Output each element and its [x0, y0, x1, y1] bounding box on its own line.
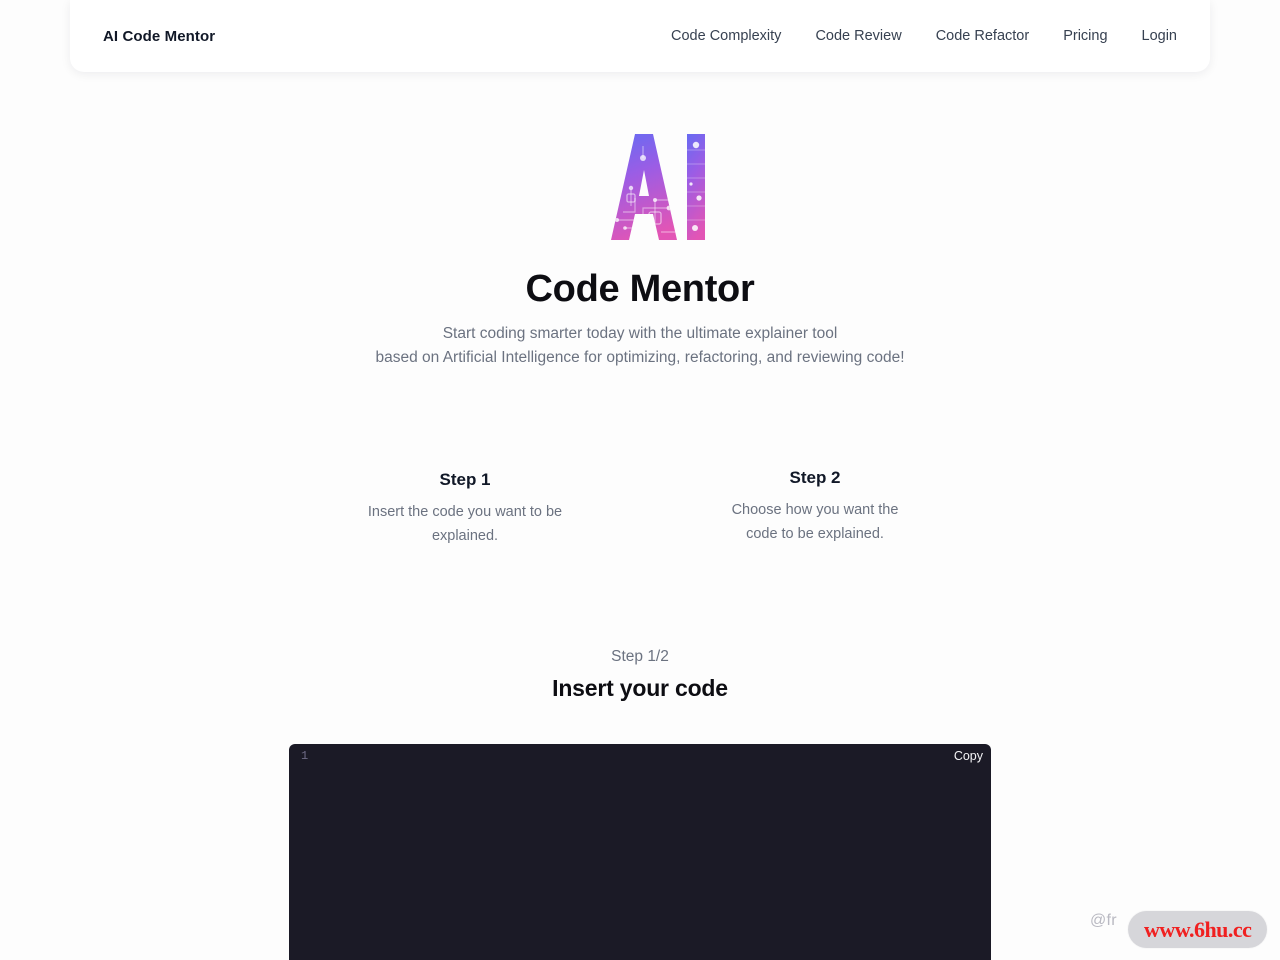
- watermark-badge-text: www.6hu.cc: [1144, 916, 1252, 942]
- nav-item-pricing[interactable]: Pricing: [1046, 28, 1124, 44]
- code-line-number: 1: [301, 749, 309, 763]
- step-2-title: Step 2: [789, 468, 841, 487]
- step-1-description-line-1: Insert the code you want to be: [367, 504, 563, 520]
- step-card-2: Step 2 Choose how you want the code to b…: [665, 468, 965, 546]
- nav-item-code-complexity[interactable]: Code Complexity: [654, 28, 798, 44]
- step-1-description: Insert the code you want to be explained…: [315, 500, 615, 548]
- step-1-title: Step 1: [439, 470, 491, 489]
- stage-heading: Insert your code: [552, 675, 728, 701]
- nav-item-code-review[interactable]: Code Review: [798, 28, 918, 44]
- hero-subtitle: Start coding smarter today with the ulti…: [0, 322, 1280, 370]
- step-2-description: Choose how you want the code to be expla…: [665, 498, 965, 546]
- site-header: AI Code Mentor Code Complexity Code Revi…: [70, 0, 1210, 72]
- page-title: Code Mentor: [525, 268, 755, 310]
- hero-subtitle-line-2: based on Artificial Intelligence for opt…: [375, 349, 905, 366]
- nav-item-code-refactor[interactable]: Code Refactor: [919, 28, 1047, 44]
- watermark-badge: www.6hu.cc: [1128, 911, 1268, 948]
- code-editor-panel[interactable]: 1 Copy: [289, 744, 991, 960]
- code-input[interactable]: [319, 748, 991, 960]
- step-card-1: Step 1 Insert the code you want to be ex…: [315, 470, 615, 548]
- ai-circuit-logo-icon: [565, 128, 715, 246]
- step-2-description-line-2: code to be explained.: [746, 526, 884, 542]
- step-1-description-line-2: explained.: [431, 528, 499, 544]
- watermark-handle: @fr: [1090, 912, 1117, 929]
- step-progress-label: Step 1/2: [611, 648, 669, 665]
- nav-item-login[interactable]: Login: [1125, 28, 1177, 44]
- brand-logo-text[interactable]: AI Code Mentor: [103, 28, 215, 45]
- step-2-description-line-1: Choose how you want the: [731, 502, 899, 518]
- main-navigation: Code Complexity Code Review Code Refacto…: [654, 28, 1177, 44]
- hero-subtitle-line-1: Start coding smarter today with the ulti…: [442, 325, 838, 342]
- page-root: AI Code Mentor Code Complexity Code Revi…: [0, 0, 1280, 960]
